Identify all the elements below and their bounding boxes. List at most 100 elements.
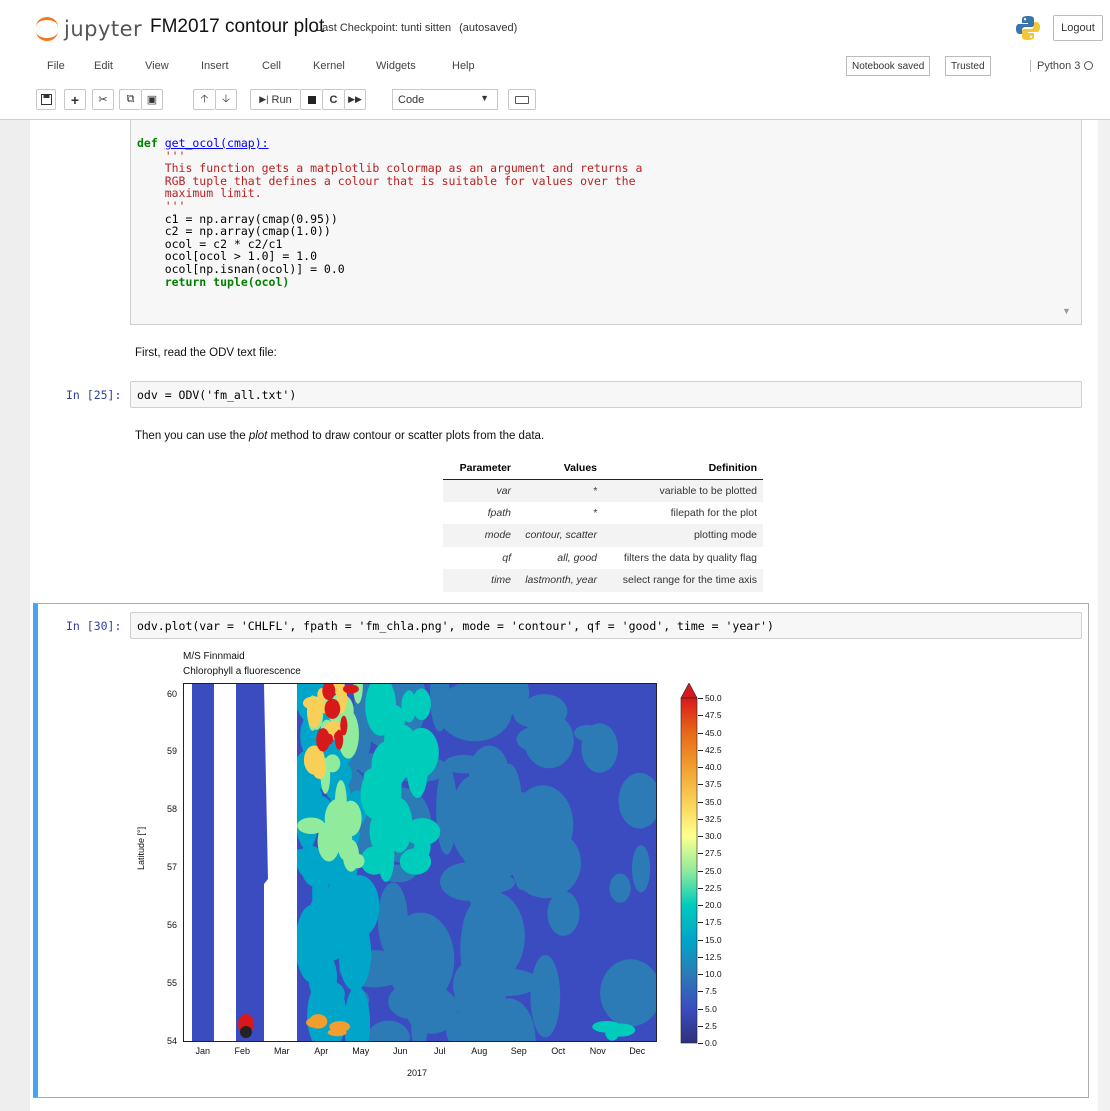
kernel-name: Python 3 bbox=[1037, 60, 1081, 72]
paste-button[interactable]: ▣ bbox=[141, 89, 163, 110]
colorbar-tick bbox=[698, 853, 703, 855]
menu-view[interactable]: View bbox=[145, 60, 169, 72]
colorbar-tick bbox=[698, 836, 703, 837]
copy-button[interactable]: ⧉ bbox=[119, 89, 141, 110]
insert-cell-button[interactable]: + bbox=[64, 89, 86, 110]
table-cell: var bbox=[443, 479, 517, 502]
table-cell: all, good bbox=[557, 551, 597, 564]
restart-button[interactable]: C bbox=[322, 89, 344, 110]
x-tick-label: Mar bbox=[274, 1046, 290, 1056]
menu-cell[interactable]: Cell bbox=[262, 60, 281, 72]
save-button[interactable] bbox=[36, 89, 56, 110]
x-tick-label: Jul bbox=[433, 1046, 446, 1056]
x-tick-label: Nov bbox=[589, 1046, 606, 1056]
x-tick-label: Jan bbox=[195, 1046, 210, 1056]
colorbar-tick bbox=[698, 767, 703, 768]
python-logo-icon bbox=[1016, 16, 1040, 40]
table-cell: plotting mode bbox=[603, 524, 763, 547]
contour-level-low bbox=[513, 702, 554, 728]
interrupt-button[interactable] bbox=[300, 89, 322, 110]
menu-file[interactable]: File bbox=[47, 60, 65, 72]
y-tick-label: 59 bbox=[166, 746, 177, 757]
move-up-button[interactable]: 🡡 bbox=[193, 89, 215, 110]
menu-insert[interactable]: Insert bbox=[201, 60, 229, 72]
parameter-table: Parameter Values Definition var * variable… bbox=[443, 457, 763, 592]
md2-before: Then you can use the bbox=[135, 430, 249, 442]
table-cell: contour, scatter bbox=[517, 524, 603, 547]
table-row: mode contour, scatter plotting mode bbox=[443, 524, 763, 547]
menu-kernel[interactable]: Kernel bbox=[313, 60, 345, 72]
contour-level-max bbox=[240, 1026, 252, 1038]
contour-level-low bbox=[461, 891, 525, 981]
notebook-title[interactable]: FM2017 contour plot bbox=[150, 16, 324, 38]
contour-plot-svg bbox=[184, 684, 656, 1041]
colorbar-tick-label: 50.0 bbox=[705, 693, 722, 703]
cell-type-value: Code bbox=[398, 93, 425, 106]
contour-level-low bbox=[547, 891, 580, 936]
table-row: qf all, good filters the data by quality f… bbox=[443, 547, 763, 570]
code-in30[interactable]: odv.plot(var = 'CHLFL', fpath = 'fm_chla… bbox=[137, 620, 774, 633]
cell-scroll-down-icon[interactable]: ▼ bbox=[1062, 306, 1071, 316]
code-get-ocol[interactable]: def get_ocol(cmap): ''' This function ge… bbox=[137, 137, 642, 288]
colorbar-tick-label: 30.0 bbox=[705, 831, 722, 841]
move-down-button[interactable]: 🡣 bbox=[215, 89, 237, 110]
y-tick-label: 60 bbox=[166, 688, 177, 699]
menu-edit[interactable]: Edit bbox=[94, 60, 113, 72]
x-tick-label: Aug bbox=[471, 1046, 488, 1056]
contour-level-low bbox=[405, 986, 458, 1034]
colorbar-tick-label: 17.5 bbox=[705, 917, 722, 928]
cell-type-select[interactable]: Code ▼ bbox=[392, 89, 498, 110]
contour-level-low bbox=[609, 873, 631, 903]
contour-level-low bbox=[516, 724, 574, 755]
md2-plot-word: plot bbox=[248, 430, 268, 442]
contour-level-mid bbox=[383, 855, 394, 873]
logout-button[interactable]: Logout bbox=[1053, 15, 1103, 41]
table-cell: variable to be plotted bbox=[603, 479, 763, 502]
colorbar-tick bbox=[698, 1025, 703, 1027]
colorbar-tick bbox=[698, 698, 703, 699]
colorbar-tick-label: 32.5 bbox=[705, 813, 722, 824]
menu-widgets[interactable]: Widgets bbox=[376, 60, 416, 72]
menu-help[interactable]: Help bbox=[452, 60, 475, 72]
arrow-down-icon: 🡣 bbox=[222, 93, 230, 105]
table-header: Values bbox=[517, 457, 603, 480]
code-line: return tuple(ocol) bbox=[137, 274, 290, 289]
contour-level-low bbox=[469, 745, 510, 803]
code-in25[interactable]: odv = ODV('fm_all.txt') bbox=[137, 389, 296, 402]
table-cell: select range for the time axis bbox=[603, 569, 763, 592]
colorbar-tick-label: 40.0 bbox=[705, 762, 722, 772]
restart-run-all-button[interactable]: ▶▶ bbox=[344, 89, 366, 110]
contour-level-low bbox=[377, 882, 408, 958]
colorbar-tick-label: 20.0 bbox=[705, 900, 722, 910]
contour-level-low bbox=[530, 954, 561, 1038]
table-row: fpath * filepath for the plot bbox=[443, 502, 763, 525]
colorbar-tick bbox=[698, 939, 703, 941]
command-palette-button[interactable] bbox=[508, 89, 536, 110]
colorbar-tick bbox=[698, 887, 703, 889]
page-scrollbar[interactable] bbox=[1098, 120, 1110, 1111]
contour-level-mid bbox=[598, 1022, 620, 1033]
paste-icon: ▣ bbox=[146, 94, 158, 106]
table-cell: fpath bbox=[487, 506, 511, 519]
contour-level-high bbox=[312, 759, 327, 779]
jupyter-logo-icon bbox=[36, 16, 58, 42]
code-in25-text: odv = ODV('fm_all.txt') bbox=[137, 388, 297, 402]
trusted-indicator[interactable]: Trusted bbox=[945, 56, 991, 76]
scissors-icon: ✂ bbox=[98, 94, 108, 106]
colorbar-tick-label: 45.0 bbox=[705, 727, 722, 738]
contour-level-max bbox=[342, 684, 359, 694]
run-button[interactable]: ▶| Run bbox=[250, 89, 300, 110]
colorbar-tick-label: 47.5 bbox=[705, 710, 722, 721]
no-data-gap bbox=[184, 684, 192, 1041]
contour-level-mid bbox=[412, 688, 431, 721]
checkpoint-text: Last Checkpoint: tunti sitten bbox=[316, 22, 452, 34]
contour-level-high bbox=[309, 1014, 328, 1029]
table-row: var * variable to be plotted bbox=[443, 479, 763, 502]
colorbar-tick-label: 10.0 bbox=[705, 969, 722, 979]
cut-button[interactable]: ✂ bbox=[92, 89, 114, 110]
menubar: File Edit View Insert Cell Kernel Widget… bbox=[0, 52, 1110, 82]
kernel-idle-icon bbox=[1084, 61, 1094, 70]
checkpoint-status: Last Checkpoint: tunti sitten (autosaved) bbox=[316, 22, 517, 34]
colorbar-tick-label: 27.5 bbox=[705, 848, 722, 859]
jupyter-logo[interactable]: jupyter bbox=[36, 12, 142, 46]
